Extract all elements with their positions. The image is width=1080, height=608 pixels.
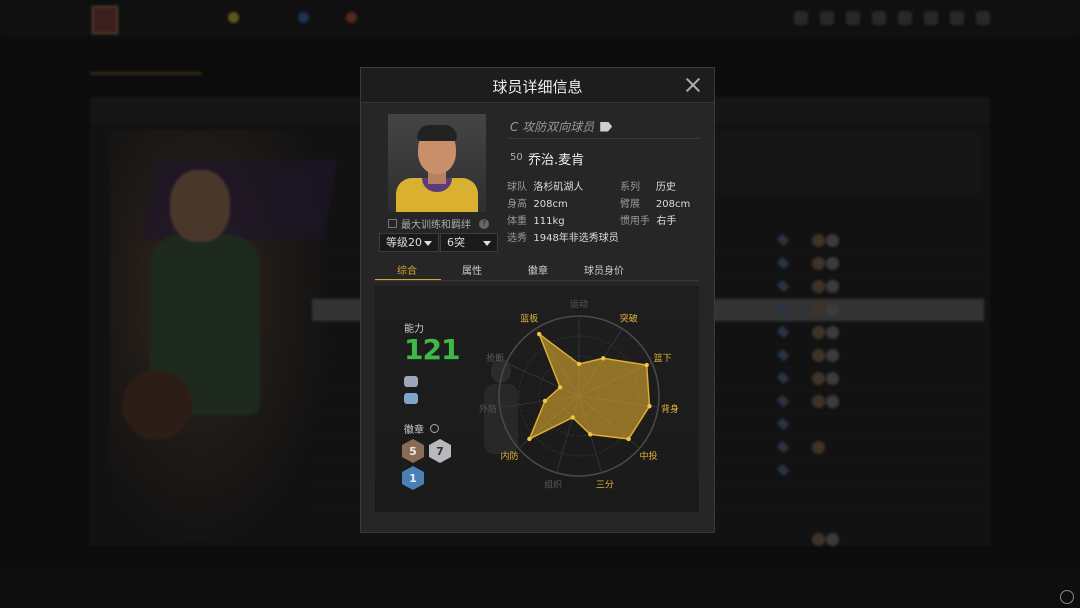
radar-point: [576, 361, 582, 367]
tag-icon[interactable]: [600, 121, 613, 132]
search-icon[interactable]: [430, 424, 439, 433]
jersey-number: 50: [510, 152, 523, 163]
radar-point: [626, 436, 631, 442]
silver-badge-count[interactable]: 7: [429, 439, 451, 463]
radar-point: [570, 415, 575, 420]
radar-point: [542, 398, 548, 404]
radar-axis-label: 中投: [640, 450, 658, 462]
radar-area: [527, 331, 651, 441]
radar-axis-label: 内防: [500, 450, 518, 462]
divider: [508, 138, 700, 139]
role-label: C 攻防双向球员: [510, 120, 595, 134]
radar-axis-label: 篮下: [654, 352, 672, 364]
tab-value[interactable]: 球员身价: [584, 262, 624, 277]
info-weight: 体重 111kg: [507, 216, 565, 227]
overview-panel: 能力 121 徽章 5 7 1 运动 突破 篮下 背身 中投 三分 组织 内防 外防 抢断 篮板: [375, 286, 699, 512]
chemistry-icon[interactable]: [404, 376, 418, 387]
player-portrait: [388, 114, 486, 212]
radar-axis-label: 突破: [620, 313, 638, 325]
radar-point: [644, 362, 649, 368]
radar-point: [537, 331, 542, 337]
crown-icon[interactable]: [404, 393, 418, 404]
radar-axis-label: 组织: [544, 478, 562, 490]
radar-axis-label: 运动: [570, 299, 588, 310]
info-series: 系列 历史: [620, 182, 676, 193]
radar-axis-label: 抢断: [486, 352, 504, 364]
tab-overview[interactable]: 综合: [397, 262, 417, 277]
info-draft: 选秀 1948年非选秀球员: [507, 233, 619, 244]
player-name: 乔治.麦肯: [528, 153, 585, 168]
player-detail-modal: 球员详细信息 最大训练和羁绊 ? 等级20 6突 C 攻防双向球员 50 乔治.…: [360, 67, 715, 533]
info-hand: 惯用手 右手: [620, 216, 677, 227]
radar-axis-label: 三分: [596, 479, 614, 490]
tab-attributes[interactable]: 属性: [462, 262, 482, 277]
radar-point: [527, 436, 532, 442]
badges-label: 徽章: [404, 425, 424, 436]
badges-header: 徽章: [404, 421, 439, 436]
player-role: C 攻防双向球员: [510, 118, 613, 135]
close-button[interactable]: [684, 76, 702, 94]
radar-point: [647, 403, 652, 409]
settings-corner-icon[interactable]: [1060, 590, 1074, 604]
blue-badge-count[interactable]: 1: [402, 466, 424, 490]
radar-point: [588, 432, 593, 437]
breakthrough-dropdown[interactable]: 6突: [440, 233, 498, 252]
radar-axis-label: 篮板: [520, 313, 538, 325]
max-training-label: 最大训练和羁绊: [401, 220, 471, 231]
ability-value: 121: [404, 333, 460, 366]
tab-badges[interactable]: 徽章: [528, 262, 548, 277]
level-dropdown[interactable]: 等级20: [379, 233, 439, 252]
radar-chart: 运动突破篮下背身中投三分 组织 内防 外防 抢断 篮板: [479, 299, 679, 490]
detail-tabs: 综合 属性 徽章 球员身价: [375, 258, 699, 281]
info-team: 球队 洛杉矶湖人: [507, 182, 584, 193]
bronze-badge-count[interactable]: 5: [402, 439, 424, 463]
help-icon[interactable]: ?: [479, 218, 489, 229]
info-height: 身高 208cm: [507, 199, 568, 210]
modal-header: 球员详细信息: [361, 68, 714, 103]
silhouette-body: [484, 384, 518, 454]
radar-point: [557, 385, 563, 390]
radar-axis-label: 背身: [661, 403, 679, 415]
checkbox-icon[interactable]: [388, 219, 397, 228]
modal-title: 球员详细信息: [492, 78, 583, 96]
radar-point: [601, 356, 606, 361]
info-wingspan: 臂展 208cm: [620, 199, 691, 210]
max-training-toggle[interactable]: 最大训练和羁绊 ?: [388, 216, 492, 231]
radar-axis-label: 外防: [479, 403, 497, 415]
divider: [375, 280, 699, 281]
